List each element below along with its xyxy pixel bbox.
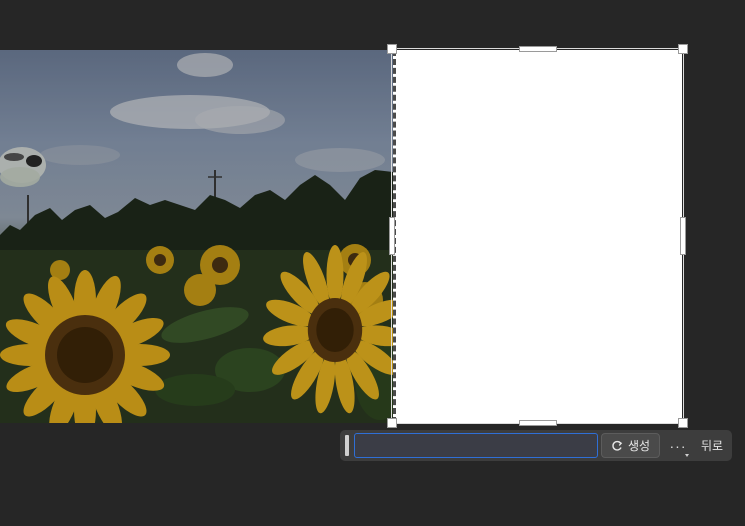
photo-dim-overlay: [0, 50, 393, 423]
generate-button[interactable]: 생성: [601, 433, 660, 458]
refresh-sparkle-icon: [612, 440, 623, 451]
back-button[interactable]: 뒤로: [695, 433, 729, 458]
document-canvas[interactable]: [0, 44, 745, 428]
drag-handle-icon[interactable]: [345, 435, 349, 456]
generative-fill-area[interactable]: [393, 50, 682, 423]
more-options-icon: ···: [669, 437, 687, 454]
contextual-task-bar: 생성 ··· 뒤로: [340, 430, 732, 461]
chevron-down-icon: [685, 454, 689, 457]
more-options-button[interactable]: ···: [665, 433, 691, 458]
generate-label: 생성: [627, 439, 651, 453]
back-label: 뒤로: [700, 439, 724, 453]
prompt-input[interactable]: [354, 433, 598, 458]
sunflower-photo: [0, 50, 393, 423]
